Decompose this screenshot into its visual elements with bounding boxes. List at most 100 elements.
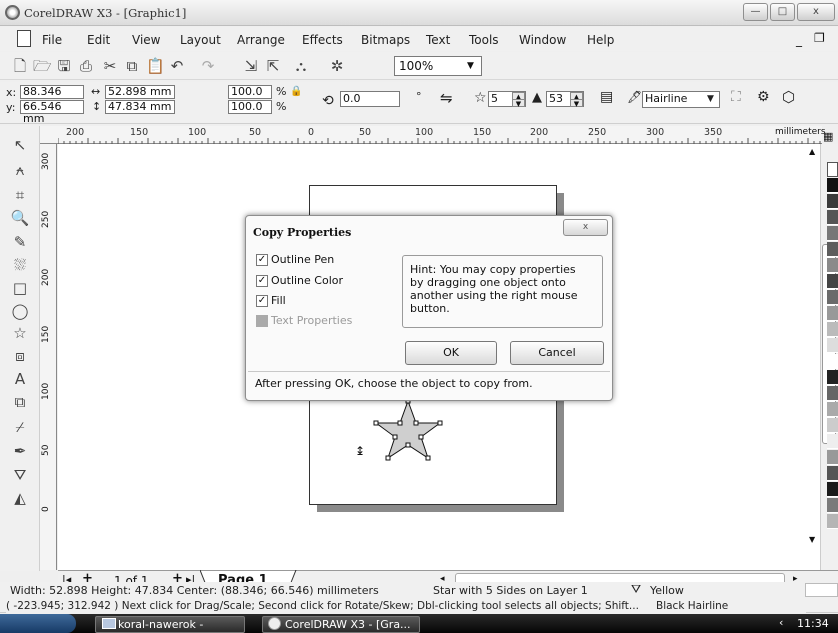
- height-field[interactable]: 47.834 mm: [105, 100, 175, 114]
- color-swatch[interactable]: [827, 466, 838, 481]
- tray-clock[interactable]: 11:34 ص: [797, 617, 838, 633]
- dialog-close-button[interactable]: x: [563, 219, 608, 236]
- scroll-down-icon[interactable]: ▼: [809, 535, 815, 544]
- copy-icon[interactable]: ⧉: [123, 57, 141, 75]
- text-properties-checkbox[interactable]: [256, 315, 268, 327]
- outline-color-checkbox[interactable]: ✓: [256, 275, 268, 287]
- color-swatch[interactable]: [827, 402, 838, 417]
- color-swatch[interactable]: [827, 386, 838, 401]
- menu-help[interactable]: Help: [587, 33, 614, 47]
- undo-icon[interactable]: ↶: [168, 57, 186, 75]
- color-palette[interactable]: [827, 162, 838, 542]
- color-swatch[interactable]: [827, 514, 838, 529]
- rectangle-tool-icon[interactable]: □: [9, 277, 31, 299]
- interactive-fill-icon[interactable]: ◭: [9, 487, 31, 509]
- polygon-tool-icon[interactable]: ☆: [9, 322, 31, 344]
- fill-tool-icon[interactable]: ⛛: [9, 464, 31, 486]
- doc-minimize-button[interactable]: _: [796, 33, 802, 47]
- text-tool-icon[interactable]: A: [9, 368, 31, 390]
- color-swatch[interactable]: [827, 178, 838, 193]
- coreldraw-app-icon[interactable]: [5, 5, 20, 20]
- rotation-angle-field[interactable]: 0.0: [340, 91, 400, 107]
- cut-icon[interactable]: ✂: [101, 57, 119, 75]
- smart-fill-icon[interactable]: ⛆: [9, 254, 31, 276]
- export-icon[interactable]: ⇱: [264, 57, 282, 75]
- outline-pen-checkbox[interactable]: ✓: [256, 254, 268, 266]
- color-swatch[interactable]: [827, 306, 838, 321]
- x-position-field[interactable]: 88.346 mm: [20, 85, 84, 110]
- corel-online-icon[interactable]: ✲: [328, 57, 346, 75]
- star-shape[interactable]: [370, 395, 455, 465]
- menu-view[interactable]: View: [132, 33, 160, 47]
- color-swatch[interactable]: [827, 434, 838, 449]
- color-swatch[interactable]: [827, 322, 838, 337]
- menu-file[interactable]: File: [42, 33, 62, 47]
- fill-label[interactable]: Fill: [271, 294, 286, 307]
- menu-text[interactable]: Text: [426, 33, 450, 47]
- color-swatch[interactable]: [827, 354, 838, 369]
- ok-button[interactable]: OK: [405, 341, 497, 365]
- scale-x-field[interactable]: 100.0: [228, 85, 272, 99]
- color-swatch[interactable]: [827, 450, 838, 465]
- color-swatch[interactable]: [827, 290, 838, 305]
- fill-checkbox[interactable]: ✓: [256, 295, 268, 307]
- color-swatch[interactable]: [827, 338, 838, 353]
- menu-edit[interactable]: Edit: [87, 33, 110, 47]
- break-apart-icon[interactable]: ⚙: [757, 89, 770, 105]
- color-swatch[interactable]: [827, 194, 838, 209]
- color-swatch[interactable]: [827, 258, 838, 273]
- cancel-button[interactable]: Cancel: [510, 341, 604, 365]
- chevron-down-icon[interactable]: ▼: [707, 94, 714, 104]
- redo-icon[interactable]: ↷: [199, 57, 217, 75]
- menu-arrange[interactable]: Arrange: [237, 33, 285, 47]
- open-icon[interactable]: 🗁: [33, 57, 52, 75]
- mirror-icon[interactable]: ⇋: [440, 89, 453, 107]
- fill-color-swatch[interactable]: [805, 583, 838, 597]
- wrap-paragraph-icon[interactable]: ▤: [600, 89, 613, 105]
- color-swatch[interactable]: [827, 226, 838, 241]
- convert-to-curves-icon[interactable]: ⛶: [731, 89, 741, 105]
- color-swatch[interactable]: [827, 370, 838, 385]
- color-swatch[interactable]: [827, 482, 838, 497]
- scale-y-field[interactable]: 100.0: [228, 100, 272, 114]
- outline-pen-label[interactable]: Outline Pen: [271, 253, 334, 266]
- doc-restore-button[interactable]: ❐: [814, 31, 825, 45]
- lock-ratio-icon[interactable]: 🔒: [290, 86, 302, 97]
- menu-window[interactable]: Window: [519, 33, 566, 47]
- close-button[interactable]: x: [797, 3, 835, 21]
- print-icon[interactable]: ⎙: [77, 57, 95, 75]
- outline-color-label[interactable]: Outline Color: [271, 274, 343, 287]
- crop-tool-icon[interactable]: ⌗: [9, 184, 31, 206]
- points-down-button[interactable]: ▼: [512, 99, 525, 108]
- save-icon[interactable]: 🖫: [55, 57, 73, 75]
- eyedropper-icon[interactable]: ⌿: [9, 416, 31, 438]
- menu-tools[interactable]: Tools: [469, 33, 499, 47]
- tray-expand-icon[interactable]: ‹: [779, 616, 783, 629]
- interactive-blend-icon[interactable]: ⧉: [9, 391, 31, 413]
- shape-tool-icon[interactable]: ⍲: [9, 159, 31, 181]
- paste-icon[interactable]: 📋: [146, 57, 165, 75]
- view-manager-icon[interactable]: ▦: [823, 130, 833, 143]
- import-icon[interactable]: ⇲: [242, 57, 260, 75]
- y-position-field[interactable]: 66.546 mm: [20, 100, 84, 125]
- shape-outline-icon[interactable]: ⬡: [782, 88, 795, 106]
- start-button[interactable]: [0, 614, 76, 633]
- chevron-down-icon[interactable]: ▼: [467, 61, 474, 71]
- application-launcher-icon[interactable]: ⛬: [292, 57, 310, 75]
- taskbar-button-word[interactable]: koral-nawerok - Micro...: [95, 616, 245, 633]
- color-swatch[interactable]: [827, 274, 838, 289]
- color-swatch[interactable]: [827, 418, 838, 433]
- color-swatch[interactable]: [827, 210, 838, 225]
- color-swatch[interactable]: [827, 242, 838, 257]
- menu-bitmaps[interactable]: Bitmaps: [361, 33, 410, 47]
- zoom-tool-icon[interactable]: 🔍: [9, 207, 31, 229]
- document-icon[interactable]: [17, 30, 31, 47]
- pick-tool-icon[interactable]: ↖: [9, 134, 31, 156]
- new-document-icon[interactable]: 🗋: [11, 57, 29, 75]
- ellipse-tool-icon[interactable]: ◯: [9, 300, 31, 322]
- basic-shapes-icon[interactable]: ⧈: [9, 345, 31, 367]
- sharpness-down-button[interactable]: ▼: [570, 99, 583, 108]
- freehand-tool-icon[interactable]: ✎: [9, 231, 31, 253]
- scroll-up-icon[interactable]: ▲: [809, 147, 815, 156]
- maximize-button[interactable]: □: [770, 3, 795, 21]
